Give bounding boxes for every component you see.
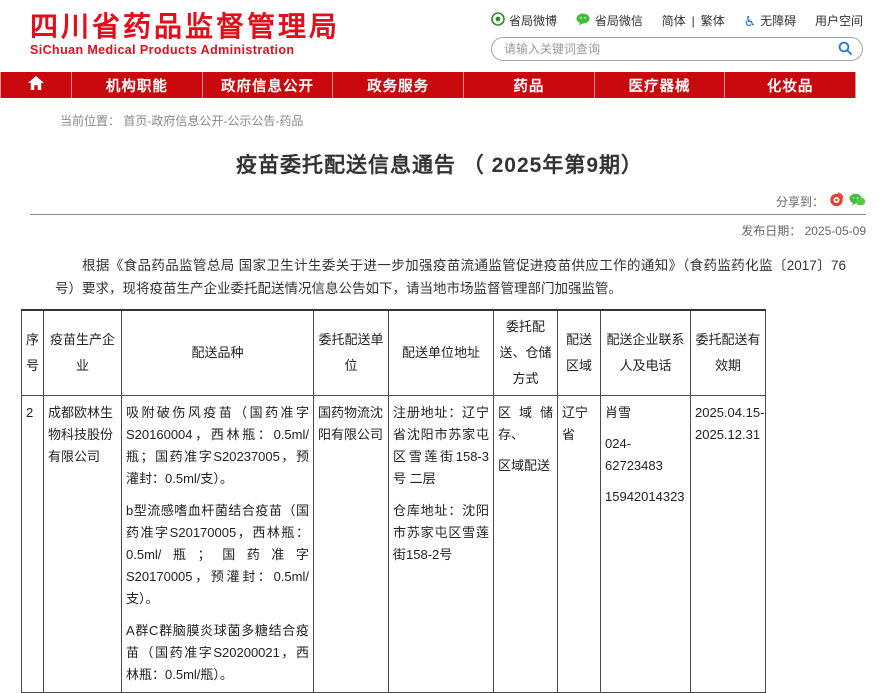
search-icon — [838, 41, 852, 58]
nav-item-drugs[interactable]: 药品 — [463, 72, 594, 98]
nav-item-gov-info[interactable]: 政府信息公开 — [202, 72, 333, 98]
share-row: 分享到： — [30, 192, 866, 210]
site-logo-subtitle: SiChuan Medical Products Administration — [30, 44, 340, 57]
table-header-row: 序号 疫苗生产企业 配送品种 委托配送单位 配送单位地址 委托配送、仓储方式 配… — [22, 310, 766, 396]
share-wechat-button[interactable] — [849, 193, 866, 210]
site-logo[interactable]: 四川省药品监督管理局 SiChuan Medical Products Admi… — [30, 13, 340, 57]
weibo-link[interactable]: 省局微博 — [491, 12, 557, 29]
page-title: 疫苗委托配送信息通告 （ 2025年第9期） — [0, 149, 879, 179]
accessibility-icon: ♿ — [744, 14, 757, 28]
breadcrumb: 当前位置： 首页-政府信息公开-公示公告-药品 — [60, 112, 879, 129]
search-bar — [491, 37, 863, 61]
col-header-region: 配送区域 — [558, 310, 601, 396]
accessibility-label: 无障碍 — [760, 12, 796, 29]
wechat-share-icon — [849, 193, 866, 210]
weibo-link-label: 省局微博 — [509, 12, 557, 29]
search-input[interactable] — [502, 41, 838, 57]
cell-products: 吸附破伤风疫苗（国药准字S20160004，西林瓶：0.5ml/瓶；国药准字S2… — [122, 396, 314, 693]
site-logo-title: 四川省药品监督管理局 — [30, 13, 340, 41]
wechat-link[interactable]: 省局微信 — [576, 12, 643, 29]
header-utilities: 省局微博 省局微信 简体 | 繁体 ♿ 无障碍 用户空间 — [491, 12, 863, 61]
nav-item-functions[interactable]: 机构职能 — [71, 72, 202, 98]
vaccine-distribution-table: 序号 疫苗生产企业 配送品种 委托配送单位 配送单位地址 委托配送、仓储方式 配… — [21, 309, 766, 693]
col-header-contact: 配送企业联系人及电话 — [601, 310, 691, 396]
wechat-link-label: 省局微信 — [595, 12, 643, 29]
contact-name: 肖雪 — [605, 402, 686, 424]
breadcrumb-path[interactable]: 首页-政府信息公开-公示公告-药品 — [123, 114, 303, 128]
storage-mode-line: 区域储存、 — [498, 402, 553, 446]
cell-address: 注册地址：辽宁省沈阳市苏家屯区雪莲街158-3号 二层 仓库地址：沈阳市苏家屯区… — [389, 396, 494, 693]
validity-start: 2025.04.15- — [695, 402, 761, 424]
cell-manufacturer: 成都欧林生物科技股份有限公司 — [44, 396, 122, 693]
col-header-distributor: 委托配送单位 — [314, 310, 389, 396]
weibo-icon — [491, 12, 505, 29]
publish-date-label: 发布日期： — [741, 224, 801, 238]
contact-phone: 024-62723483 — [605, 433, 686, 477]
cell-validity: 2025.04.15- 2025.12.31 — [691, 396, 766, 693]
article-content: 分享到： 发布日期： 2025-05-09 根据《食品药品监管总局 国家卫生计生… — [30, 192, 866, 300]
notice-paragraph: 根据《食品药品监管总局 国家卫生计生委关于进一步加强疫苗流通监管促进疫苗供应工作… — [55, 254, 846, 300]
nav-item-cosmetics[interactable]: 化妆品 — [724, 72, 856, 98]
publish-date-value: 2025-05-09 — [805, 224, 866, 238]
registered-address: 注册地址：辽宁省沈阳市苏家屯区雪莲街158-3号 二层 — [393, 402, 489, 490]
cell-index: 2 — [22, 396, 44, 693]
utility-links: 省局微博 省局微信 简体 | 繁体 ♿ 无障碍 用户空间 — [491, 12, 863, 29]
col-header-storage-mode: 委托配送、仓储方式 — [494, 310, 558, 396]
cell-contact: 肖雪 024-62723483 15942014323 — [601, 396, 691, 693]
breadcrumb-label: 当前位置： — [60, 114, 120, 128]
meta-divider — [30, 214, 866, 215]
table-row: 2 成都欧林生物科技股份有限公司 吸附破伤风疫苗（国药准字S20160004，西… — [22, 396, 766, 693]
col-header-address: 配送单位地址 — [389, 310, 494, 396]
user-space-link[interactable]: 用户空间 — [815, 12, 863, 29]
weibo-share-icon — [829, 192, 844, 210]
publish-row: 发布日期： 2025-05-09 — [30, 222, 866, 239]
col-header-index: 序号 — [22, 310, 44, 396]
search-button[interactable] — [838, 41, 852, 58]
simplified-label[interactable]: 简体 — [662, 12, 686, 29]
nav-item-gov-services[interactable]: 政务服务 — [332, 72, 463, 98]
traditional-label[interactable]: 繁体 — [701, 12, 725, 29]
language-toggle[interactable]: 简体 | 繁体 — [662, 12, 725, 29]
user-space-label: 用户空间 — [815, 12, 863, 29]
share-weibo-button[interactable] — [829, 192, 844, 210]
wechat-icon — [576, 13, 591, 29]
cell-storage-mode: 区域储存、 区域配送 — [494, 396, 558, 693]
language-separator: | — [692, 14, 695, 28]
share-label: 分享到： — [776, 193, 824, 210]
main-nav: 机构职能 政府信息公开 政务服务 药品 医疗器械 化妆品 — [0, 72, 856, 98]
nav-home[interactable] — [0, 72, 71, 98]
home-icon — [28, 76, 44, 94]
col-header-products: 配送品种 — [122, 310, 314, 396]
nav-item-medical-devices[interactable]: 医疗器械 — [594, 72, 725, 98]
product-item: 吸附破伤风疫苗（国药准字S20160004，西林瓶：0.5ml/瓶；国药准字S2… — [126, 402, 309, 490]
accessibility-link[interactable]: ♿ 无障碍 — [744, 12, 797, 29]
product-item: A群C群脑膜炎球菌多糖结合疫苗（国药准字S20200021，西林瓶：0.5ml/… — [126, 620, 309, 686]
site-header: 四川省药品监督管理局 SiChuan Medical Products Admi… — [0, 0, 879, 72]
cell-region: 辽宁省 — [558, 396, 601, 693]
storage-mode-line: 区域配送 — [498, 455, 553, 477]
col-header-validity: 委托配送有效期 — [691, 310, 766, 396]
warehouse-address: 仓库地址：沈阳市苏家屯区雪莲街158-2号 — [393, 500, 489, 566]
col-header-manufacturer: 疫苗生产企业 — [44, 310, 122, 396]
product-item: b型流感嗜血杆菌结合疫苗（国药准字S20170005，西林瓶：0.5ml/瓶；国… — [126, 500, 309, 610]
contact-mobile: 15942014323 — [605, 486, 686, 508]
validity-end: 2025.12.31 — [695, 424, 761, 446]
cell-distributor: 国药物流沈阳有限公司 — [314, 396, 389, 693]
